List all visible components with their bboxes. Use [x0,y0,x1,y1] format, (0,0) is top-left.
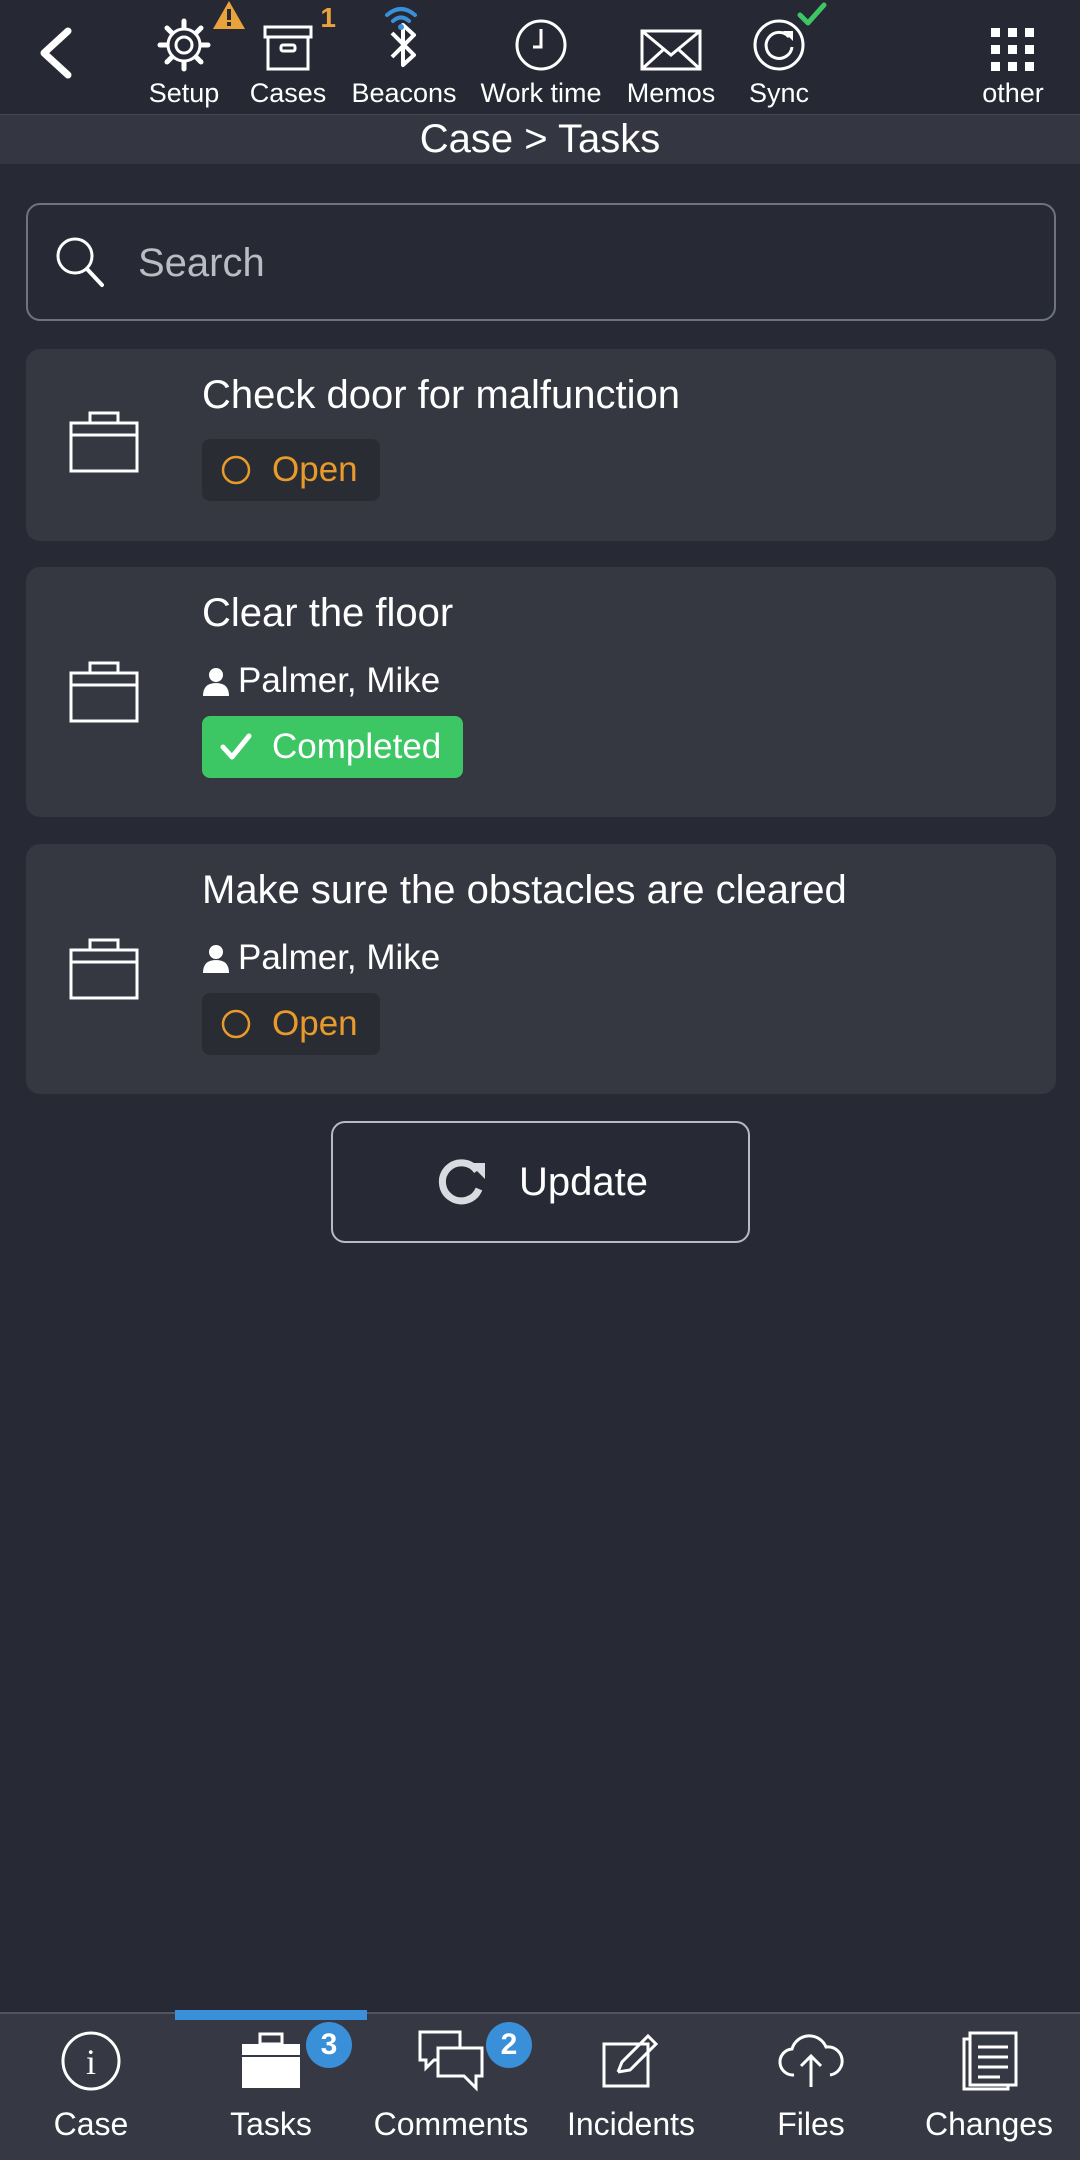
back-button[interactable] [26,20,86,90]
toolbar-cases[interactable]: 1 Cases [246,0,336,108]
tab-incidents-label: Incidents [566,2106,696,2142]
status-label: Completed [272,727,442,766]
status-label: Open [272,1004,358,1043]
tab-comments[interactable]: 2 Comments [361,2020,541,2150]
search-input[interactable] [138,225,1018,301]
document-list-icon [960,2031,1018,2096]
task-card[interactable]: Make sure the obstacles are cleared Palm… [26,844,1056,1094]
task-card[interactable]: Check door for malfunction Open [26,349,1056,541]
cloud-upload-icon [776,2033,846,2094]
tab-files[interactable]: Files [721,2020,901,2150]
toolbar-work-time-label: Work time [480,78,602,108]
toolbar-memos-label: Memos [626,78,716,108]
task-assignee: Palmer, Mike [202,938,440,978]
search-icon [54,235,106,294]
briefcase-icon [68,936,140,1007]
page-title: Case > Tasks [419,117,661,161]
archive-box-icon [262,23,314,78]
refresh-icon [433,1155,489,1209]
task-title: Check door for malfunction [202,373,681,417]
envelope-icon [640,27,702,78]
comments-count-badge: 2 [486,2022,532,2068]
search-box[interactable] [26,203,1056,321]
status-badge: Open [202,439,380,501]
toolbar-beacons[interactable]: Beacons [346,0,462,108]
checkmark-icon [220,732,252,762]
task-title: Clear the floor [202,591,454,635]
toolbar-work-time[interactable]: Work time [474,0,608,108]
toolbar-sync[interactable]: Sync [738,0,827,108]
comments-icon [418,2030,484,2097]
tab-changes[interactable]: Changes [899,2020,1079,2150]
circle-icon [220,454,252,486]
toolbar-memos[interactable]: Memos [620,0,722,108]
tab-changes-label: Changes [924,2106,1054,2142]
tab-case-label: Case [53,2106,129,2142]
user-icon [202,666,230,696]
assignee-name: Palmer, Mike [238,938,441,977]
info-icon: i [60,2030,122,2097]
tab-tasks-label: Tasks [230,2106,312,2142]
check-icon [797,2,827,33]
warning-icon [212,0,246,35]
toolbar-setup-label: Setup [148,78,220,108]
cases-count: 1 [320,2,336,33]
tab-incidents[interactable]: Incidents [541,2020,721,2150]
toolbar-cases-label: Cases [249,78,327,108]
svg-text:i: i [86,2042,96,2082]
breadcrumb: Case > Tasks [0,114,1080,164]
user-icon [202,943,230,973]
toolbar-setup[interactable]: Setup [142,0,245,108]
tasks-count-badge: 3 [306,2022,352,2068]
status-badge: Open [202,993,380,1055]
edit-icon [600,2032,662,2095]
assignee-name: Palmer, Mike [238,661,441,700]
tab-case[interactable]: i Case [1,2020,181,2150]
wifi-icon [384,6,418,35]
update-button[interactable]: Update [331,1121,750,1243]
tab-files-label: Files [777,2106,845,2142]
grid-icon [990,27,1036,78]
circle-icon [220,1008,252,1040]
update-label: Update [519,1159,648,1204]
toolbar-beacons-label: Beacons [351,78,457,108]
status-label: Open [272,450,358,489]
toolbar-sync-label: Sync [748,78,810,108]
task-card[interactable]: Clear the floor Palmer, Mike Completed [26,567,1056,817]
clock-icon [513,17,569,78]
gear-icon [156,17,212,78]
task-title: Make sure the obstacles are cleared [202,868,847,912]
status-badge: Completed [202,716,464,778]
chevron-left-icon [36,25,76,86]
briefcase-icon [240,2032,302,2095]
tab-tasks[interactable]: 3 Tasks [181,2020,361,2150]
task-assignee: Palmer, Mike [202,661,440,701]
toolbar-other[interactable]: other [970,0,1056,108]
toolbar-other-label: other [982,78,1044,108]
tab-comments-label: Comments [373,2106,529,2142]
briefcase-icon [68,659,140,730]
active-tab-indicator [175,2010,367,2020]
briefcase-icon [68,409,140,480]
